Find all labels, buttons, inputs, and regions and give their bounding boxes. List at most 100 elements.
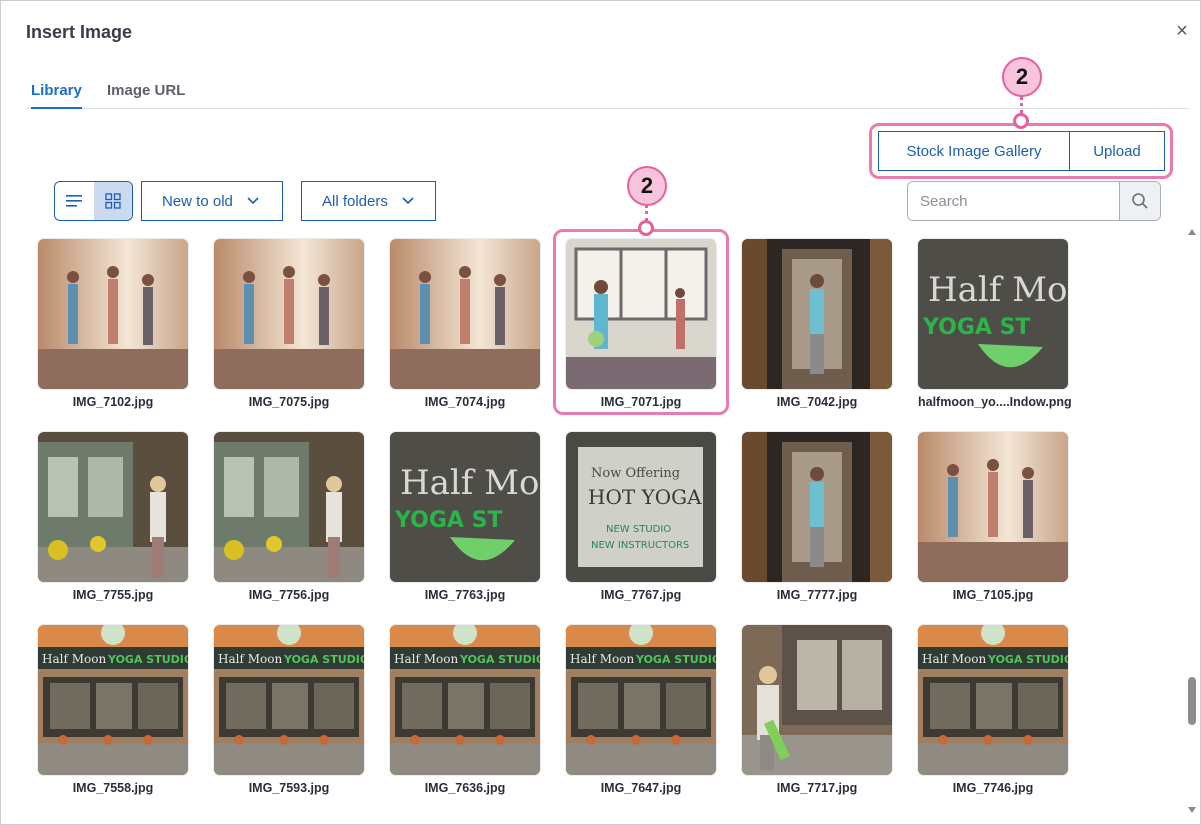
image-card[interactable]: Half Mo YOGA ST IMG_7763.jpg	[390, 432, 540, 602]
chevron-down-icon	[402, 197, 414, 205]
svg-text:Half Moon: Half Moon	[394, 652, 458, 666]
scroll-up-arrow-icon[interactable]	[1188, 229, 1196, 235]
image-card[interactable]: Now Offering HOT YOGA NEW STUDIO NEW INSTRU…	[566, 432, 716, 602]
svg-text:Half Mo: Half Mo	[928, 270, 1067, 310]
image-card[interactable]: Half Moon YOGA STUDIO IMG_7746.jpg	[918, 625, 1068, 795]
image-thumbnail-art: Half Moon YOGA STUDIO	[918, 625, 1068, 775]
image-filename: IMG_7074.jpg	[424, 395, 506, 409]
image-card[interactable]: IMG_7102.jpg	[38, 239, 188, 409]
image-card[interactable]: IMG_7042.jpg	[742, 239, 892, 409]
image-card[interactable]: IMG_7717.jpg	[742, 625, 892, 795]
dialog-title: Insert Image	[26, 22, 133, 42]
image-thumbnail[interactable]	[214, 239, 364, 389]
image-thumbnail[interactable]: Now Offering HOT YOGA NEW STUDIO NEW INSTRU…	[566, 432, 716, 582]
image-filename: IMG_7558.jpg	[72, 781, 154, 795]
svg-text:YOGA STUDIO: YOGA STUDIO	[459, 653, 540, 666]
image-thumbnail-art: Half Moon YOGA STUDIO	[390, 625, 540, 775]
image-thumbnail[interactable]	[742, 625, 892, 775]
image-thumbnail-art: Half Moon YOGA STUDIO	[38, 625, 188, 775]
svg-text:YOGA ST: YOGA ST	[922, 315, 1030, 340]
image-thumbnail[interactable]: Half Mo YOGA ST	[918, 239, 1068, 389]
image-thumbnail[interactable]: Half Moon YOGA STUDIO	[390, 625, 540, 775]
image-thumbnail[interactable]: Half Moon YOGA STUDIO	[918, 625, 1068, 775]
search-box	[907, 181, 1161, 221]
scrollbar-thumb[interactable]	[1188, 677, 1196, 725]
image-filename: IMG_7777.jpg	[776, 588, 858, 602]
svg-text:Half Moon: Half Moon	[922, 652, 986, 666]
image-thumbnail[interactable]	[742, 432, 892, 582]
image-thumbnail-art	[38, 432, 188, 582]
image-thumbnail[interactable]: Half Moon YOGA STUDIO	[38, 625, 188, 775]
image-thumbnail[interactable]: Half Mo YOGA ST	[390, 432, 540, 582]
image-thumbnail[interactable]	[566, 239, 716, 389]
image-thumbnail-art	[38, 239, 188, 389]
svg-text:YOGA STUDIO: YOGA STUDIO	[283, 653, 364, 666]
image-card[interactable]: Half Moon YOGA STUDIO IMG_7558.jpg	[38, 625, 188, 795]
image-thumbnail-art	[742, 625, 892, 775]
image-thumbnail[interactable]	[918, 432, 1068, 582]
image-filename: IMG_7075.jpg	[248, 395, 330, 409]
image-card[interactable]: Half Moon YOGA STUDIO IMG_7593.jpg	[214, 625, 364, 795]
folder-dropdown-label: All folders	[322, 192, 388, 210]
image-thumbnail-art	[214, 239, 364, 389]
image-card[interactable]: IMG_7755.jpg	[38, 432, 188, 602]
callout-connector	[1020, 96, 1023, 114]
image-thumbnail[interactable]: Half Moon YOGA STUDIO	[214, 625, 364, 775]
image-thumbnail[interactable]	[742, 239, 892, 389]
image-card[interactable]: IMG_7075.jpg	[214, 239, 364, 409]
image-card[interactable]: Half Moon YOGA STUDIO IMG_7636.jpg	[390, 625, 540, 795]
image-card[interactable]: IMG_7105.jpg	[918, 432, 1068, 602]
insert-image-dialog: Insert Image × Library Image URL Stock I…	[0, 0, 1201, 825]
svg-text:NEW INSTRUCTORS: NEW INSTRUCTORS	[591, 540, 689, 551]
upload-button[interactable]: Upload	[1070, 131, 1165, 171]
image-thumbnail[interactable]	[38, 239, 188, 389]
image-card[interactable]: IMG_7777.jpg	[742, 432, 892, 602]
search-icon	[1132, 193, 1148, 209]
image-thumbnail[interactable]	[390, 239, 540, 389]
image-filename: IMG_7593.jpg	[248, 781, 330, 795]
image-filename: IMG_7717.jpg	[776, 781, 858, 795]
callout-anchor	[638, 220, 654, 236]
image-card[interactable]: IMG_7074.jpg	[390, 239, 540, 409]
source-buttons: Stock Image Gallery Upload	[878, 131, 1165, 171]
callout-connector	[645, 204, 648, 222]
scrollbar[interactable]	[1185, 225, 1199, 817]
svg-text:Now Offering: Now Offering	[591, 466, 680, 481]
folder-dropdown[interactable]: All folders	[301, 181, 436, 221]
svg-text:HOT YOGA: HOT YOGA	[588, 485, 702, 509]
image-card[interactable]: Half Moon YOGA STUDIO IMG_7647.jpg	[566, 625, 716, 795]
stock-image-gallery-button[interactable]: Stock Image Gallery	[878, 131, 1070, 171]
image-thumbnail-art: Half Mo YOGA ST	[390, 432, 540, 582]
search-button[interactable]	[1119, 182, 1160, 220]
svg-text:YOGA STUDIO: YOGA STUDIO	[107, 653, 188, 666]
svg-text:YOGA STUDIO: YOGA STUDIO	[987, 653, 1068, 666]
svg-text:Half Moon: Half Moon	[218, 652, 282, 666]
sort-dropdown[interactable]: New to old	[141, 181, 283, 221]
svg-text:YOGA ST: YOGA ST	[394, 508, 502, 533]
image-thumbnail[interactable]	[214, 432, 364, 582]
image-thumbnail-art: Half Moon YOGA STUDIO	[214, 625, 364, 775]
svg-text:Half Moon: Half Moon	[42, 652, 106, 666]
view-toggle	[54, 181, 133, 221]
tab-library[interactable]: Library	[31, 82, 82, 109]
image-thumbnail[interactable]	[38, 432, 188, 582]
image-card[interactable]: IMG_7756.jpg	[214, 432, 364, 602]
list-view-icon	[66, 195, 83, 207]
svg-text:Half Moon: Half Moon	[570, 652, 634, 666]
image-thumbnail[interactable]: Half Moon YOGA STUDIO	[566, 625, 716, 775]
grid-view-button[interactable]	[93, 182, 132, 220]
image-card[interactable]: IMG_7071.jpg	[566, 239, 716, 409]
image-filename: IMG_7636.jpg	[424, 781, 506, 795]
image-card[interactable]: Half Mo YOGA ST halfmoon_yo....Indow.png	[918, 239, 1072, 409]
image-filename: IMG_7071.jpg	[600, 395, 682, 409]
tab-image-url[interactable]: Image URL	[107, 82, 185, 109]
image-filename: IMG_7102.jpg	[72, 395, 154, 409]
sort-dropdown-label: New to old	[162, 192, 233, 210]
search-input[interactable]	[908, 182, 1119, 220]
list-view-button[interactable]	[55, 182, 94, 220]
close-icon[interactable]: ×	[1171, 20, 1193, 42]
scroll-down-arrow-icon[interactable]	[1188, 807, 1196, 813]
image-filename: IMG_7756.jpg	[248, 588, 330, 602]
image-thumbnail-art: Half Moon YOGA STUDIO	[566, 625, 716, 775]
callout-badge: 2	[1002, 57, 1042, 97]
